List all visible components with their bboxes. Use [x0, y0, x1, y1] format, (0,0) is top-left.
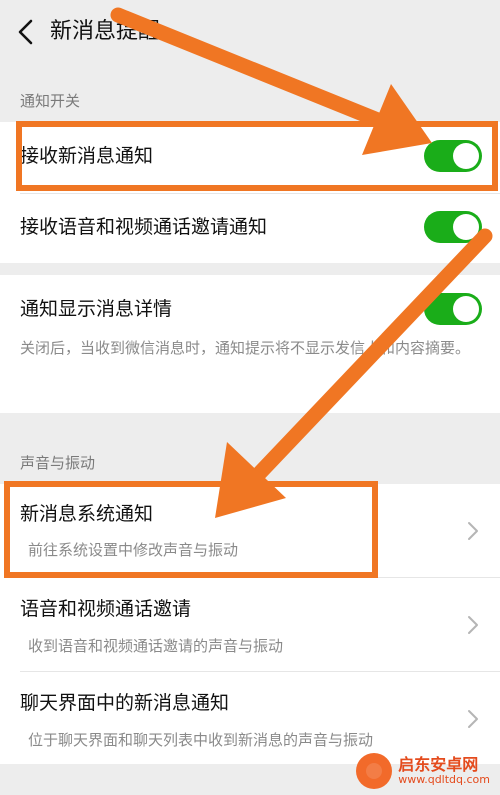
show-detail-toggle[interactable] [424, 293, 482, 325]
receive-call-toggle[interactable] [424, 211, 482, 243]
show-detail-desc: 关闭后，当收到微信消息时，通知提示将不显示发信人和内容摘要。 [20, 339, 471, 357]
chevron-right-icon [468, 522, 478, 540]
sound-call-label: 语音和视频通话邀请 [20, 598, 192, 620]
watermark-name: 启东安卓网 [398, 755, 479, 775]
page-title: 新消息提醒 [50, 19, 161, 44]
watermark-url: www.qdltdq.com [398, 772, 490, 786]
highlight-box [4, 481, 378, 578]
sound-call-sub: 收到语音和视频通话邀请的声音与振动 [28, 637, 284, 655]
watermark: 启东安卓网 www.qdltdq.com [356, 753, 490, 789]
toggle-knob [453, 214, 479, 240]
chevron-right-icon [468, 616, 478, 634]
receive-call-label: 接收语音和视频通话邀请通知 [20, 216, 268, 238]
divider [20, 193, 500, 194]
divider [20, 671, 500, 672]
watermark-logo-icon [356, 753, 393, 789]
detail-card: 通知显示消息详情 关闭后，当收到微信消息时，通知提示将不显示发信人和内容摘要。 [0, 275, 500, 413]
sound-chat-label: 聊天界面中的新消息通知 [20, 692, 230, 714]
section-label-sound: 声音与振动 [20, 454, 96, 472]
toggle-knob [453, 296, 479, 322]
show-detail-label: 通知显示消息详情 [20, 298, 173, 320]
chevron-right-icon [468, 710, 478, 728]
section-label-notify: 通知开关 [20, 92, 81, 110]
highlight-box [16, 121, 498, 191]
sound-chat-sub: 位于聊天界面和聊天列表中收到新消息的声音与振动 [28, 731, 374, 749]
nav-header: 新消息提醒 [0, 0, 500, 64]
chevron-left-icon[interactable] [14, 18, 38, 46]
